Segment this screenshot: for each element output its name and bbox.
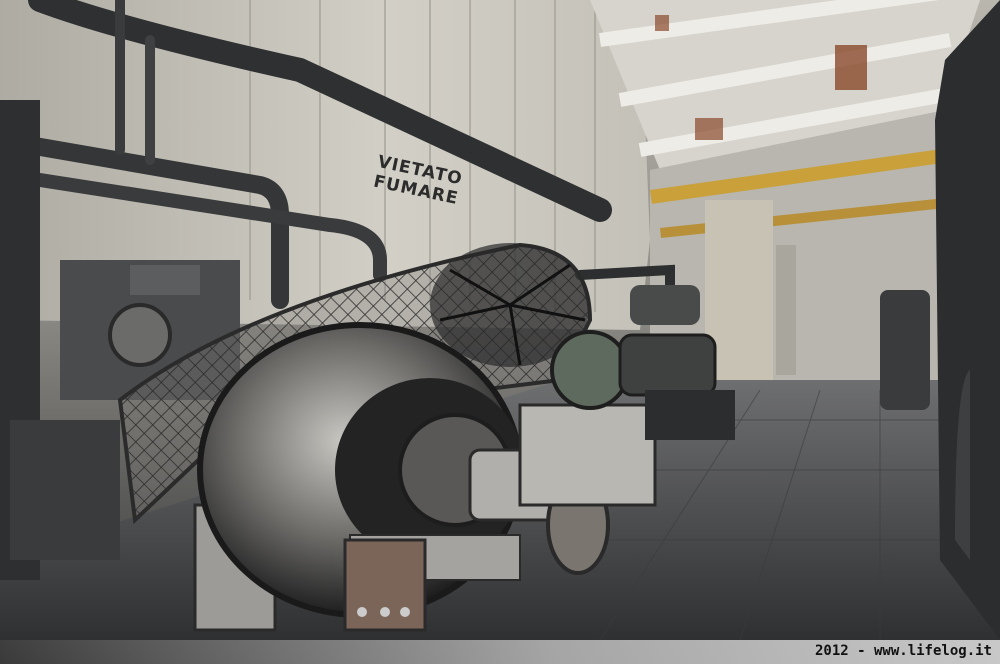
machinery-scene [0,0,1000,641]
photo-credit: 2012 - www.lifelog.it [814,643,992,659]
rust-stain [655,15,669,31]
rust-stain [695,118,723,140]
concrete-pillar [776,245,796,375]
far-engine [880,290,930,410]
industrial-hall-photo: VIETATO FUMARE 2012 - www.lifelog.it [0,0,1000,664]
rust-stain [835,45,867,90]
